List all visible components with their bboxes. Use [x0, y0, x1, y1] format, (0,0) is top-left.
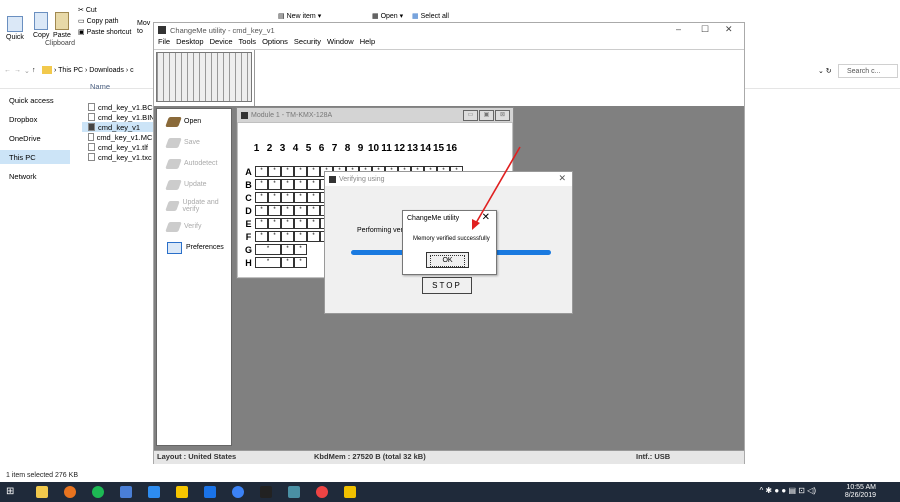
spotify-icon[interactable]: [92, 486, 104, 498]
chrome-icon[interactable]: [64, 486, 76, 498]
stc-icon[interactable]: [260, 486, 272, 498]
clock-time[interactable]: 10:55 AM: [845, 484, 876, 492]
outlook-icon[interactable]: [148, 486, 160, 498]
file-explorer-icon[interactable]: [36, 486, 48, 498]
tray-icons[interactable]: ^ ✱ ● ● ▤ ⊡ ◁): [759, 487, 816, 495]
app-icon-10[interactable]: [288, 486, 300, 498]
clock-date[interactable]: 8/26/2019: [845, 492, 876, 500]
task-view-icon[interactable]: ⊞: [6, 486, 18, 498]
app-icon-4[interactable]: [120, 486, 132, 498]
sticky-notes-icon[interactable]: [176, 486, 188, 498]
system-tray: ^ ✱ ● ● ▤ ⊡ ◁) 10:55 AM 8/26/2019: [759, 484, 876, 500]
changeme-taskbar-icon[interactable]: [344, 486, 356, 498]
app-icon-8[interactable]: [232, 486, 244, 498]
app-icon-7[interactable]: [204, 486, 216, 498]
taskbar: ⊞ ^ ✱ ● ● ▤ ⊡ ◁) 10:55 AM 8/26/2019: [0, 482, 900, 502]
app-icon-11[interactable]: [316, 486, 328, 498]
annotation-arrow-icon: [472, 146, 521, 230]
